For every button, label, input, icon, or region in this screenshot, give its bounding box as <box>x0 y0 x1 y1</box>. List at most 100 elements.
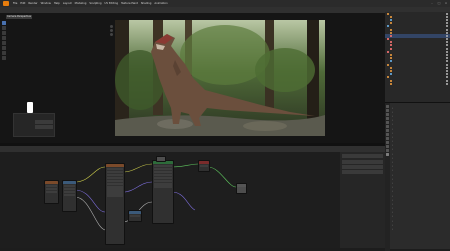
chevron-right-icon[interactable]: › <box>392 148 393 151</box>
chevron-right-icon[interactable]: › <box>392 111 393 114</box>
chevron-right-icon[interactable]: › <box>392 115 393 118</box>
tool-tab-icon[interactable] <box>386 105 389 108</box>
move-tool-icon[interactable] <box>2 31 6 35</box>
visibility-eye-icon[interactable] <box>446 12 448 15</box>
chevron-right-icon[interactable]: › <box>392 161 393 164</box>
workspace-tab-sculpting[interactable]: Sculpting <box>89 2 101 5</box>
reroute-node[interactable] <box>236 183 247 194</box>
properties-row[interactable]: › <box>385 227 450 231</box>
close-button[interactable]: × <box>444 1 448 5</box>
visibility-eye-icon[interactable] <box>446 34 448 37</box>
cursor-tool-icon[interactable] <box>2 26 6 30</box>
math-node[interactable] <box>128 210 142 222</box>
workspace-tab-shading[interactable]: Shading <box>141 2 152 5</box>
chevron-right-icon[interactable]: › <box>392 195 393 198</box>
measure-tool-icon[interactable] <box>2 56 6 60</box>
visibility-eye-icon[interactable] <box>446 15 448 18</box>
image-texture-node[interactable] <box>105 163 125 245</box>
node-socket[interactable] <box>64 193 75 196</box>
node-socket[interactable] <box>154 185 172 188</box>
rotate-tool-icon[interactable] <box>2 36 6 40</box>
workspace-tab-uv-editing[interactable]: UV Editing <box>105 2 119 5</box>
chevron-right-icon[interactable]: › <box>392 174 393 177</box>
menu-help[interactable]: Help <box>54 2 60 5</box>
node-socket[interactable] <box>200 164 208 167</box>
mapping-node[interactable] <box>62 180 77 212</box>
minimize-button[interactable]: – <box>430 1 434 5</box>
constraints-tab-icon[interactable] <box>386 145 389 148</box>
chevron-right-icon[interactable]: › <box>392 199 393 202</box>
maximize-button[interactable]: □ <box>437 1 441 5</box>
chevron-right-icon[interactable]: › <box>392 215 393 218</box>
node-socket[interactable] <box>130 214 140 217</box>
visibility-eye-icon[interactable] <box>446 50 448 53</box>
material-output-node[interactable] <box>198 160 210 172</box>
physics-tab-icon[interactable] <box>386 141 389 144</box>
camera-view-icon[interactable] <box>110 33 113 36</box>
chevron-right-icon[interactable]: › <box>392 119 393 122</box>
particles-tab-icon[interactable] <box>386 137 389 140</box>
chevron-right-icon[interactable]: › <box>392 211 393 214</box>
visibility-eye-icon[interactable] <box>446 47 448 50</box>
annotate-tool-icon[interactable] <box>2 51 6 55</box>
chevron-right-icon[interactable]: › <box>392 153 393 156</box>
menu-edit[interactable]: Edit <box>20 2 25 5</box>
menu-file[interactable]: File <box>13 2 17 5</box>
visibility-eye-icon[interactable] <box>446 82 448 85</box>
texture-node[interactable] <box>44 180 59 204</box>
operator-value-field[interactable] <box>34 120 53 124</box>
chevron-right-icon[interactable]: › <box>392 107 393 110</box>
chevron-right-icon[interactable]: › <box>392 165 393 168</box>
scale-tool-icon[interactable] <box>2 41 6 45</box>
sidebar-field[interactable] <box>342 170 383 174</box>
chevron-right-icon[interactable]: › <box>392 136 393 139</box>
chevron-right-icon[interactable]: › <box>392 178 393 181</box>
chevron-right-icon[interactable]: › <box>392 128 393 131</box>
chevron-right-icon[interactable]: › <box>392 228 393 231</box>
scene-tab-icon[interactable] <box>386 121 389 124</box>
chevron-right-icon[interactable]: › <box>392 224 393 227</box>
chevron-right-icon[interactable]: › <box>392 182 393 185</box>
workspace-tab-texture-paint[interactable]: Texture Paint <box>121 2 138 5</box>
view-layer-tab-icon[interactable] <box>386 117 389 120</box>
chevron-right-icon[interactable]: › <box>392 157 393 160</box>
workspace-tab-animation[interactable]: Animation <box>154 2 167 5</box>
render-tab-icon[interactable] <box>386 109 389 112</box>
workspace-tab-layout[interactable]: Layout <box>63 2 72 5</box>
blender-logo-icon[interactable] <box>3 1 9 6</box>
visibility-eye-icon[interactable] <box>446 79 448 82</box>
object-tab-icon[interactable] <box>386 129 389 132</box>
modifier-tab-icon[interactable] <box>386 133 389 136</box>
node-socket[interactable] <box>107 194 123 197</box>
visibility-eye-icon[interactable] <box>446 54 448 57</box>
data-tab-icon[interactable] <box>386 149 389 152</box>
menu-window[interactable]: Window <box>41 2 51 5</box>
outliner-item[interactable] <box>385 82 450 85</box>
world-tab-icon[interactable] <box>386 125 389 128</box>
visibility-eye-icon[interactable] <box>446 31 448 34</box>
select-tool-icon[interactable] <box>2 21 6 25</box>
zoom-icon[interactable] <box>110 25 113 28</box>
pan-icon[interactable] <box>110 29 113 32</box>
chevron-right-icon[interactable]: › <box>392 190 393 193</box>
chevron-right-icon[interactable]: › <box>392 207 393 210</box>
visibility-eye-icon[interactable] <box>446 63 448 66</box>
chevron-right-icon[interactable]: › <box>392 123 393 126</box>
sidebar-field[interactable] <box>342 165 383 169</box>
sidebar-field[interactable] <box>342 160 383 164</box>
output-tab-icon[interactable] <box>386 113 389 116</box>
frame-label-node[interactable] <box>156 156 166 162</box>
visibility-eye-icon[interactable] <box>446 66 448 69</box>
chevron-right-icon[interactable]: › <box>392 140 393 143</box>
visibility-eye-icon[interactable] <box>446 28 448 31</box>
chevron-right-icon[interactable]: › <box>392 132 393 135</box>
visibility-eye-icon[interactable] <box>446 18 448 21</box>
transform-tool-icon[interactable] <box>2 46 6 50</box>
principled-bsdf-node[interactable] <box>152 160 174 224</box>
material-tab-icon[interactable] <box>386 153 389 156</box>
workspace-tab-modeling[interactable]: Modeling <box>75 2 87 5</box>
chevron-right-icon[interactable]: › <box>392 186 393 189</box>
chevron-right-icon[interactable]: › <box>392 220 393 223</box>
operator-value-field[interactable] <box>34 125 53 129</box>
sidebar-field[interactable] <box>342 154 383 158</box>
